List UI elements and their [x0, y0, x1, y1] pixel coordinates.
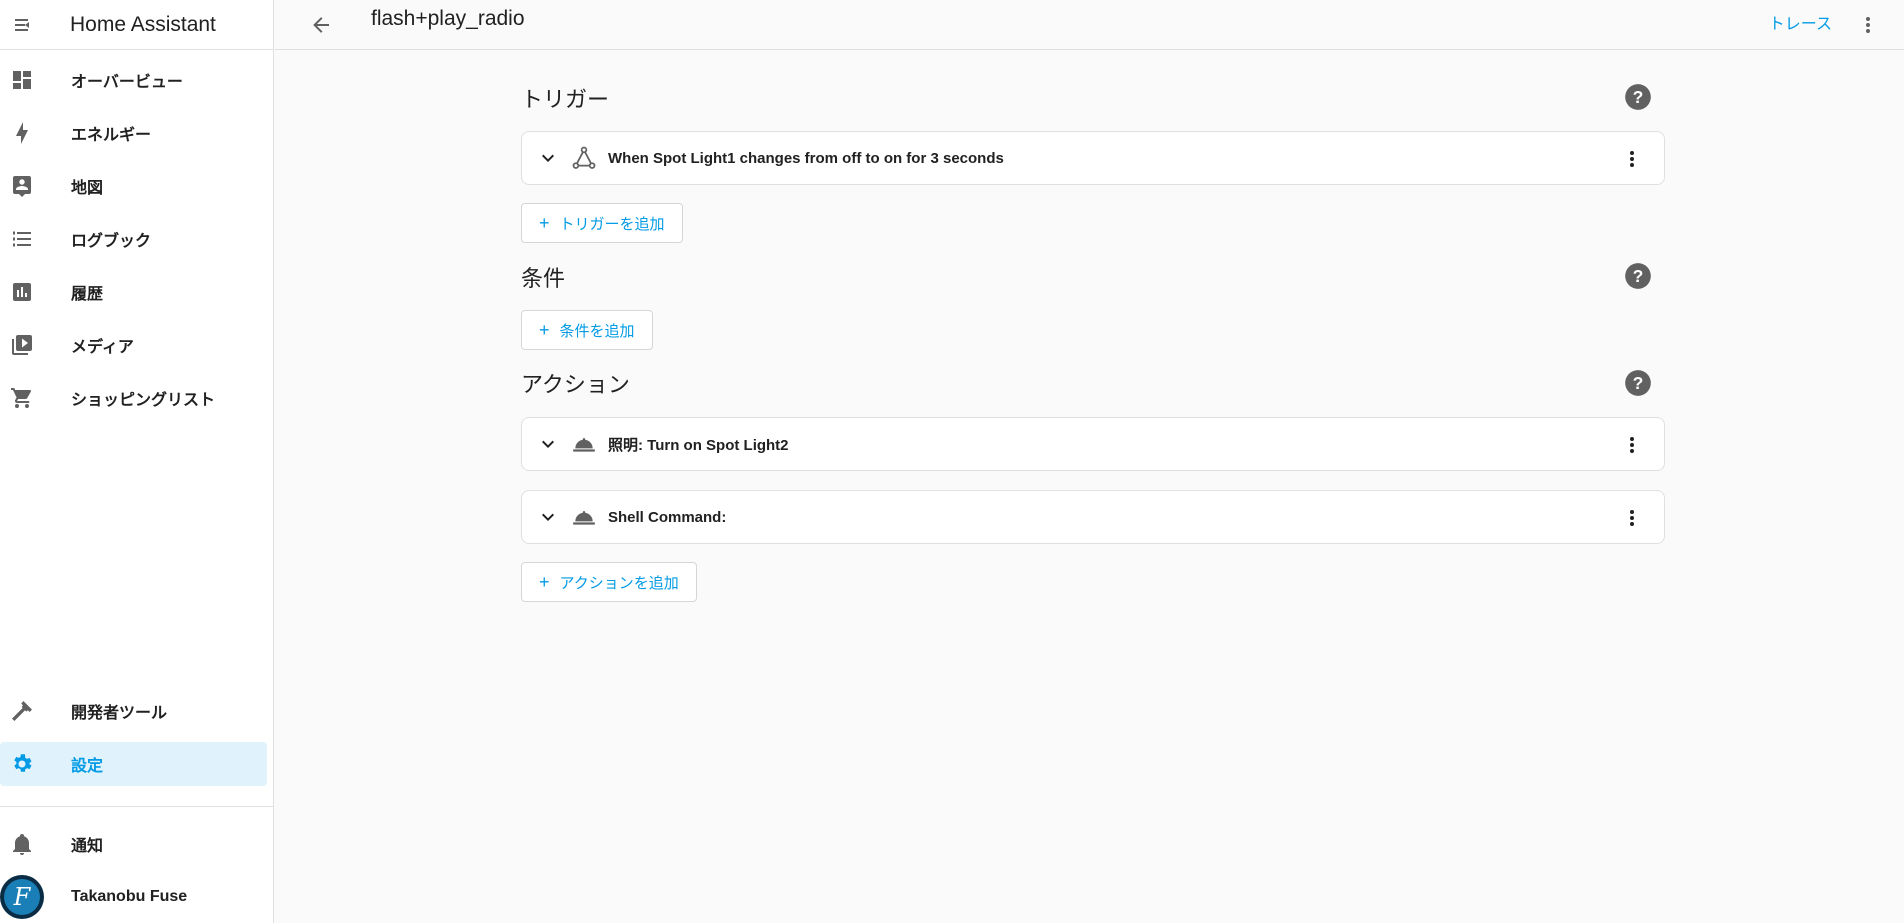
sidebar-header: Home Assistant [0, 0, 273, 50]
plus-icon: + [539, 212, 550, 233]
chevron-down-icon[interactable] [536, 146, 560, 170]
sidebar-item-label: ショッピングリスト [71, 392, 216, 409]
sidebar-item-overview[interactable]: オーバービュー [0, 58, 267, 102]
dashboard-icon [0, 68, 44, 92]
add-condition-button[interactable]: + 条件を追加 [521, 310, 653, 350]
menu-collapse-icon [15, 18, 29, 31]
action-text: 照明: Turn on Spot Light2 [608, 436, 789, 454]
help-circle-icon[interactable]: ? [1624, 369, 1652, 397]
sidebar-item-profile[interactable]: F Takanobu Fuse [0, 875, 267, 919]
trigger-card[interactable]: When Spot Light1 changes from off to on … [521, 131, 1665, 185]
overflow-menu-button[interactable] [1848, 5, 1888, 45]
chart-box-icon [0, 280, 44, 304]
sidebar-item-settings[interactable]: 設定 [0, 742, 267, 786]
sidebar-item-media[interactable]: メディア [0, 323, 267, 367]
svg-text:?: ? [1633, 87, 1644, 107]
sidebar-item-label: 通知 [71, 838, 104, 855]
bell-icon [0, 832, 44, 856]
hammer-icon [0, 699, 44, 723]
svg-text:?: ? [1633, 373, 1644, 393]
sidebar-item-label: メディア [71, 339, 134, 356]
sidebar-item-label: 地図 [71, 180, 104, 197]
dots-vertical-icon [1630, 437, 1634, 453]
service-bell-icon [570, 431, 598, 457]
sidebar-item-label: オーバービュー [71, 74, 183, 91]
lightning-icon [0, 121, 44, 145]
gear-icon [0, 752, 44, 776]
add-trigger-label: トリガーを追加 [559, 215, 665, 233]
plus-icon: + [539, 571, 550, 592]
sidebar: Home Assistant オーバービュー エネルギー 地図 ログブック 履歴… [0, 0, 274, 923]
menu-toggle-button[interactable] [2, 5, 46, 45]
action-card[interactable]: 照明: Turn on Spot Light2 [521, 417, 1665, 471]
add-condition-label: 条件を追加 [559, 322, 635, 340]
conditions-title: 条件 [521, 266, 566, 291]
actions-title: アクション [521, 372, 630, 397]
sidebar-item-history[interactable]: 履歴 [0, 270, 267, 314]
chevron-down-icon[interactable] [536, 505, 560, 529]
dots-vertical-icon [1630, 151, 1634, 167]
help-circle-icon[interactable]: ? [1624, 83, 1652, 111]
svg-text:?: ? [1633, 266, 1644, 286]
action-card[interactable]: Shell Command: [521, 490, 1665, 544]
back-button[interactable] [301, 5, 341, 45]
sidebar-item-label: ログブック [71, 233, 152, 250]
app-title: Home Assistant [70, 12, 216, 36]
triggers-title: トリガー [521, 87, 610, 112]
avatar: F [0, 875, 44, 919]
sidebar-item-label: エネルギー [71, 127, 152, 144]
action-menu-button[interactable] [1612, 425, 1652, 465]
state-change-icon [570, 145, 598, 171]
user-name: Takanobu Fuse [71, 888, 188, 905]
sidebar-item-logbook[interactable]: ログブック [0, 217, 267, 261]
sidebar-item-shopping-list[interactable]: ショッピングリスト [0, 376, 267, 420]
list-icon [0, 227, 44, 251]
help-circle-icon[interactable]: ? [1624, 262, 1652, 290]
map-person-icon [0, 174, 44, 198]
top-bar: flash+play_radio トレース [275, 0, 1904, 50]
chevron-down-icon[interactable] [536, 432, 560, 456]
add-action-label: アクションを追加 [559, 574, 679, 592]
page-title: flash+play_radio [371, 7, 525, 30]
trace-button[interactable]: トレース [1769, 10, 1832, 34]
trigger-menu-button[interactable] [1612, 139, 1652, 179]
sidebar-item-label: 開発者ツール [71, 705, 168, 722]
trigger-text: When Spot Light1 changes from off to on … [608, 149, 1004, 167]
action-menu-button[interactable] [1612, 498, 1652, 538]
sidebar-item-notifications[interactable]: 通知 [0, 822, 267, 866]
sidebar-divider [0, 806, 274, 807]
plus-icon: + [539, 319, 550, 340]
arrow-left-icon [313, 17, 329, 33]
add-action-button[interactable]: + アクションを追加 [521, 562, 697, 602]
sidebar-item-map[interactable]: 地図 [0, 164, 267, 208]
add-trigger-button[interactable]: + トリガーを追加 [521, 203, 683, 243]
action-text: Shell Command: [608, 508, 727, 526]
sidebar-item-label: 履歴 [71, 286, 104, 303]
service-bell-icon [570, 504, 598, 530]
dots-vertical-icon [1630, 510, 1634, 526]
sidebar-item-developer-tools[interactable]: 開発者ツール [0, 689, 267, 733]
media-icon [0, 333, 44, 357]
cart-icon [0, 386, 44, 410]
dots-vertical-icon [1866, 17, 1870, 33]
sidebar-item-label: 設定 [71, 758, 104, 775]
sidebar-item-energy[interactable]: エネルギー [0, 111, 267, 155]
